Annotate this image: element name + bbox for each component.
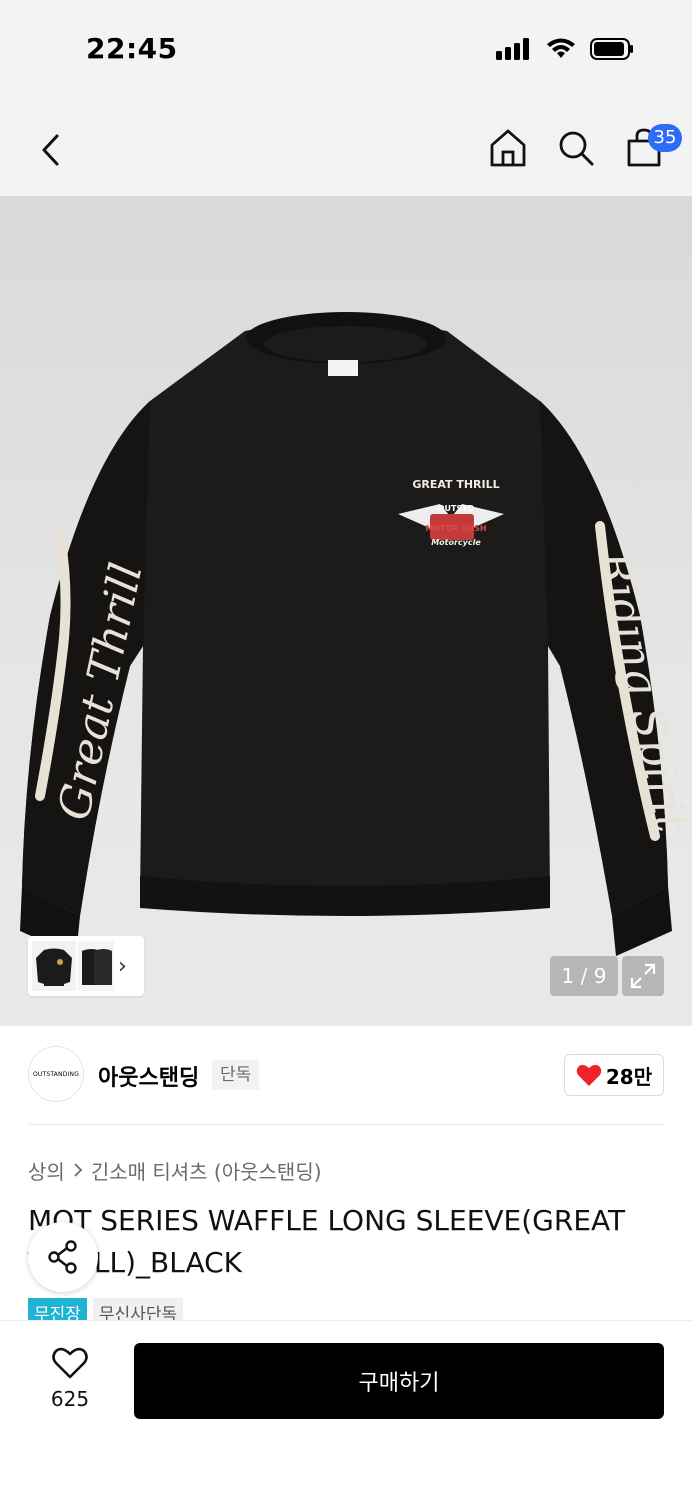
breadcrumb: 상의 긴소매 티셔츠 (아웃스탠딩) — [28, 1156, 322, 1185]
product-image-gallery[interactable]: GREAT THRILL OUTSTD MOTOR RUSH Motorcycl… — [0, 196, 692, 1026]
brand-like-button[interactable]: 28만 — [564, 1054, 664, 1096]
brand-logo[interactable]: OUTSTANDING — [28, 1046, 84, 1102]
breadcrumb-item[interactable]: 긴소매 티셔츠 (아웃스탠딩) — [91, 1156, 322, 1185]
chest-print-badge: OUTSTD — [437, 504, 475, 513]
heart-filled-icon — [576, 1064, 602, 1086]
status-icons — [496, 38, 634, 64]
product-title-line: MOT SERIES WAFFLE LONG SLEEVE(GREAT — [28, 1204, 626, 1237]
wishlist-count: 625 — [50, 1387, 90, 1411]
home-icon — [490, 129, 526, 167]
wishlist-button[interactable]: 625 — [40, 1347, 100, 1411]
cart-count-badge: 35 — [648, 124, 682, 152]
thumbnail[interactable] — [78, 941, 114, 991]
back-button[interactable] — [30, 128, 70, 172]
status-bar: 22:45 — [0, 0, 692, 100]
thumbnail[interactable] — [32, 941, 76, 991]
heart-outline-icon — [52, 1347, 88, 1379]
search-icon — [559, 131, 594, 166]
divider — [28, 1124, 664, 1125]
buy-button[interactable]: 구매하기 — [134, 1343, 664, 1419]
brand-like-count: 28만 — [605, 1064, 653, 1089]
share-icon — [48, 1240, 77, 1274]
brand-name[interactable]: 아웃스탠딩 — [98, 1060, 199, 1092]
cart-button[interactable]: 35 — [624, 124, 682, 170]
chest-print-mid: MOTOR RUSH — [425, 524, 487, 533]
chevron-right-icon[interactable]: › — [118, 954, 127, 979]
nav-bar: 35 — [0, 100, 692, 196]
chest-print-text: GREAT THRILL OUTSTD MOTOR RUSH Motorcycl… — [406, 478, 506, 550]
wifi-icon — [546, 38, 576, 64]
signal-icon — [496, 38, 532, 64]
status-time: 22:45 — [86, 32, 178, 65]
chest-print-top: GREAT THRILL — [412, 478, 500, 491]
chevron-right-icon — [73, 1159, 83, 1183]
share-button[interactable] — [28, 1222, 98, 1292]
breadcrumb-item[interactable]: 상의 — [28, 1156, 65, 1185]
product-title-line: THRILL)_BLACK — [28, 1246, 243, 1279]
thumbnail-strip[interactable]: › — [28, 936, 144, 996]
chest-print-bottom: Motorcycle — [431, 538, 481, 547]
thumbnail-image — [36, 948, 72, 986]
search-button[interactable] — [556, 126, 596, 170]
battery-icon — [590, 38, 634, 64]
chevron-left-icon — [42, 134, 59, 166]
bottom-action-bar: 625 구매하기 — [0, 1320, 692, 1500]
image-page-indicator: 1 / 9 — [550, 956, 618, 996]
nav-actions: 35 — [488, 124, 682, 170]
brand-exclusive-tag: 단독 — [212, 1060, 260, 1090]
product-title: MOT SERIES WAFFLE LONG SLEEVE(GREAT THRI… — [28, 1200, 668, 1284]
home-button[interactable] — [488, 126, 528, 170]
thumbnail-image — [82, 949, 112, 985]
expand-image-button[interactable] — [622, 956, 664, 996]
brand-row: OUTSTANDING 아웃스탠딩 단독 28만 — [28, 1046, 664, 1106]
expand-icon — [630, 963, 656, 989]
